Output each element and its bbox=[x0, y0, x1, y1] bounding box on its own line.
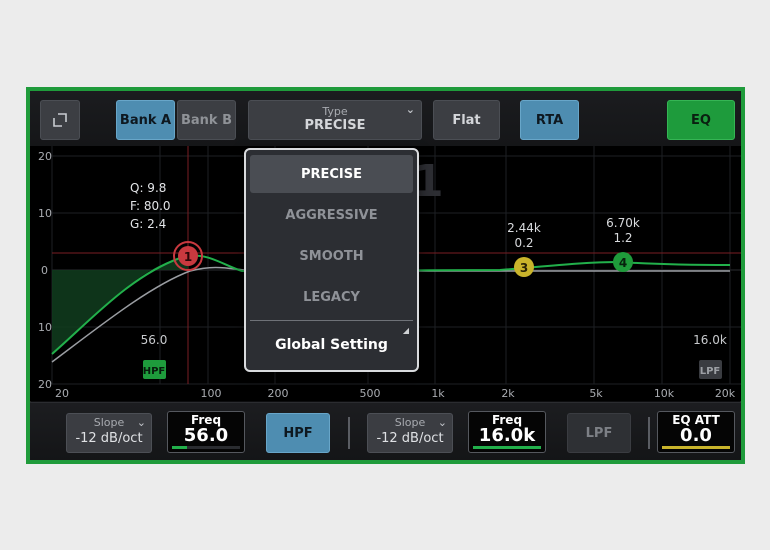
menu-item-smooth[interactable]: SMOOTH bbox=[250, 237, 413, 275]
lpf-freq-field[interactable]: Freq 16.0k bbox=[468, 411, 546, 453]
y-tick: 10 bbox=[38, 207, 52, 220]
flat-button[interactable]: Flat bbox=[433, 100, 500, 140]
band-3-node[interactable]: 3 bbox=[520, 261, 528, 275]
lpf-slope-value: -12 dB/oct bbox=[376, 431, 444, 446]
lpf-tag[interactable]: LPF bbox=[700, 366, 721, 377]
x-tick: 10k bbox=[654, 387, 675, 400]
band-4-freq: 6.70k bbox=[606, 216, 640, 230]
y-tick: 10 bbox=[38, 321, 52, 334]
x-tick: 500 bbox=[360, 387, 381, 400]
y-tick: 20 bbox=[38, 378, 52, 391]
hpf-tag[interactable]: HPF bbox=[143, 366, 166, 377]
band-1-g: G: 2.4 bbox=[130, 217, 166, 231]
y-tick: 0 bbox=[41, 264, 48, 277]
menu-item-precise[interactable]: PRECISE bbox=[250, 155, 413, 193]
band-1-node[interactable]: 1 bbox=[184, 250, 192, 264]
eq-att-field[interactable]: EQ ATT 0.0 bbox=[657, 411, 735, 453]
hpf-freq-field[interactable]: Freq 56.0 bbox=[167, 411, 245, 453]
y-tick: 20 bbox=[38, 150, 52, 163]
chevron-down-icon: ⌄ bbox=[437, 416, 447, 429]
hpf-freq-value: 56.0 bbox=[183, 425, 229, 446]
chevron-down-icon: ⌄ bbox=[136, 416, 146, 429]
menu-item-global-setting[interactable]: Global Setting bbox=[250, 326, 413, 364]
menu-item-legacy[interactable]: LEGACY bbox=[250, 278, 413, 316]
lpf-slope-select[interactable]: Slope -12 dB/oct ⌄ bbox=[367, 413, 453, 453]
type-label: Type bbox=[322, 105, 348, 119]
band-1-f: F: 80.0 bbox=[130, 199, 171, 213]
x-tick: 20k bbox=[715, 387, 736, 400]
chevron-down-icon: ⌄ bbox=[405, 103, 415, 116]
eq-button[interactable]: EQ bbox=[667, 100, 735, 140]
x-tick: 5k bbox=[589, 387, 603, 400]
x-tick: 1k bbox=[431, 387, 445, 400]
expand-button[interactable] bbox=[40, 100, 80, 140]
lpf-button[interactable]: LPF bbox=[567, 413, 631, 453]
x-tick: 2k bbox=[501, 387, 515, 400]
top-toolbar: Bank A Bank B Type PRECISE ⌄ Flat RTA EQ bbox=[30, 91, 741, 146]
filter-bar: Slope -12 dB/oct ⌄ Freq 56.0 HPF Slope -… bbox=[30, 402, 741, 460]
hpf-slope-select[interactable]: Slope -12 dB/oct ⌄ bbox=[66, 413, 152, 453]
type-select[interactable]: Type PRECISE ⌄ bbox=[248, 100, 422, 140]
band-1-q: Q: 9.8 bbox=[130, 181, 166, 195]
type-dropdown-menu: PRECISE AGGRESSIVE SMOOTH LEGACY Global … bbox=[244, 148, 419, 372]
band-4-q: 1.2 bbox=[613, 231, 632, 245]
hpf-slope-value: -12 dB/oct bbox=[75, 431, 143, 446]
bank-b-button[interactable]: Bank B bbox=[177, 100, 236, 140]
lpf-freq-label: 16.0k bbox=[693, 333, 727, 347]
menu-item-aggressive[interactable]: AGGRESSIVE bbox=[250, 196, 413, 234]
type-value: PRECISE bbox=[304, 117, 366, 133]
band-3-q: 0.2 bbox=[514, 236, 533, 250]
menu-divider bbox=[250, 320, 413, 321]
external-link-icon: ◢ bbox=[402, 326, 409, 335]
band-3-freq: 2.44k bbox=[507, 221, 541, 235]
hpf-freq-label: 56.0 bbox=[141, 333, 168, 347]
divider bbox=[348, 417, 350, 449]
x-tick: 100 bbox=[201, 387, 222, 400]
band-4-node[interactable]: 4 bbox=[619, 256, 627, 270]
eq-att-value: 0.0 bbox=[680, 425, 712, 446]
hpf-button[interactable]: HPF bbox=[266, 413, 330, 453]
rta-button[interactable]: RTA bbox=[520, 100, 579, 140]
x-tick: 20 bbox=[55, 387, 69, 400]
expand-corner-icon bbox=[53, 113, 67, 127]
lpf-freq-value: 16.0k bbox=[478, 425, 536, 446]
bank-a-button[interactable]: Bank A bbox=[116, 100, 175, 140]
x-tick: 200 bbox=[268, 387, 289, 400]
divider bbox=[648, 417, 650, 449]
